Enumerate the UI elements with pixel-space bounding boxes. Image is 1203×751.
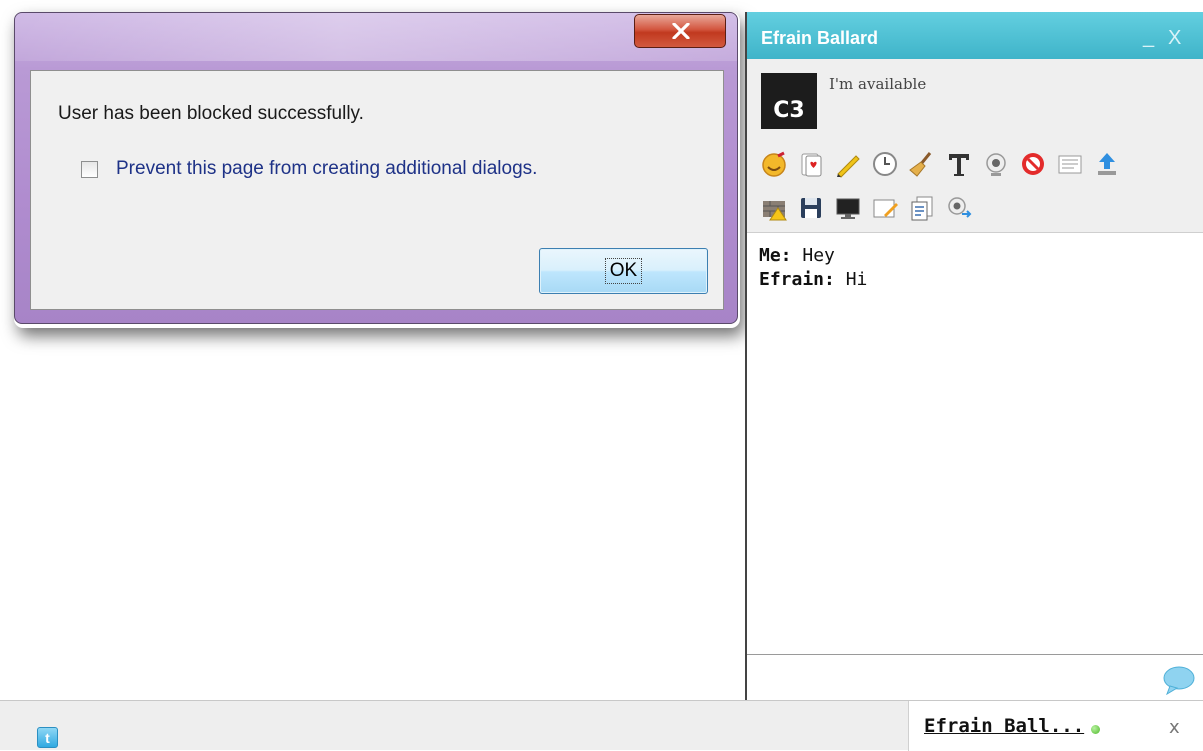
pencil-icon[interactable]: [831, 147, 864, 180]
screen-share-icon[interactable]: [831, 191, 864, 224]
ok-button[interactable]: OK: [539, 248, 708, 294]
chat-profile-area: C3 I'm available: [747, 59, 1203, 233]
speech-bubble-icon[interactable]: [1162, 665, 1196, 699]
online-status-icon: [1091, 725, 1100, 734]
message-row: Efrain: Hi: [759, 268, 867, 292]
message-list: Me: Hey Efrain: Hi: [759, 244, 867, 292]
dialog-body: User has been blocked successfully. Prev…: [30, 70, 724, 310]
ok-button-label: OK: [604, 258, 643, 284]
chat-title: Efrain Ballard: [761, 28, 879, 48]
video-call-icon[interactable]: [942, 191, 975, 224]
chat-log-icon[interactable]: [1053, 147, 1086, 180]
card-game-icon[interactable]: [794, 147, 827, 180]
prevent-dialogs-checkbox[interactable]: [81, 161, 98, 178]
alert-dialog: User has been blocked successfully. Prev…: [14, 12, 738, 324]
chat-header: Efrain Ballard _ X: [747, 12, 1203, 59]
dialog-close-button[interactable]: [634, 14, 726, 48]
chat-window: Efrain Ballard _ X C3 I'm available Me: …: [745, 12, 1203, 731]
clock-icon[interactable]: [868, 147, 901, 180]
chat-toolbar-row-2: [757, 191, 975, 224]
close-icon: [672, 23, 690, 39]
chat-toolbar-row-1: [757, 147, 1123, 180]
avatar: C3: [761, 73, 817, 129]
message-text: Hey: [802, 245, 835, 266]
twitter-icon[interactable]: t: [37, 727, 58, 748]
broom-icon[interactable]: [905, 147, 938, 180]
message-sender: Efrain:: [759, 269, 835, 290]
smiley-icon[interactable]: [757, 147, 790, 180]
transcript-icon[interactable]: [905, 191, 938, 224]
text-format-icon[interactable]: [942, 147, 975, 180]
report-wall-icon[interactable]: [757, 191, 790, 224]
webcam-icon[interactable]: [979, 147, 1012, 180]
chat-close-button[interactable]: X: [1168, 27, 1181, 50]
save-icon[interactable]: [794, 191, 827, 224]
whiteboard-icon[interactable]: [868, 191, 901, 224]
dialog-message: User has been blocked successfully.: [58, 103, 364, 124]
block-icon[interactable]: [1016, 147, 1049, 180]
chat-tab[interactable]: Efrain Ball... x: [908, 701, 1203, 751]
chat-tab-close-button[interactable]: x: [1169, 717, 1180, 738]
prevent-dialogs-label[interactable]: Prevent this page from creating addition…: [116, 158, 537, 180]
chat-tab-name[interactable]: Efrain Ball...: [924, 715, 1084, 737]
chat-input[interactable]: [753, 659, 1163, 701]
message-row: Me: Hey: [759, 244, 867, 268]
upload-icon[interactable]: [1090, 147, 1123, 180]
chat-minimize-button[interactable]: _: [1143, 26, 1154, 49]
message-sender: Me:: [759, 245, 792, 266]
status-text: I'm available: [829, 75, 927, 93]
message-text: Hi: [845, 269, 868, 290]
bottom-bar: t Efrain Ball... x: [0, 700, 1203, 751]
